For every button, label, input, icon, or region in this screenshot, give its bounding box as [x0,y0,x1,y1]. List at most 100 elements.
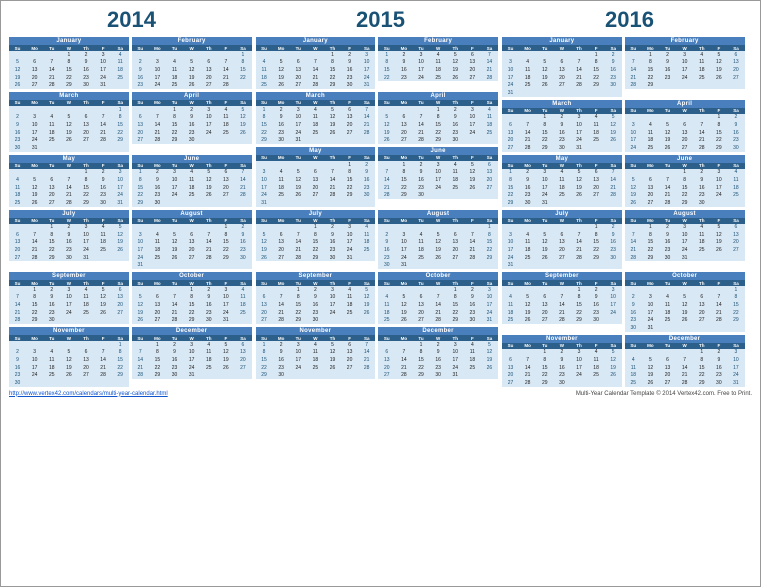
day-cell: 21 [659,191,676,199]
day-cell: 20 [395,129,412,137]
day-cell: 12 [447,59,464,67]
day-cell: 5 [710,51,727,59]
days-grid: 1234567891011121314151617181920212223242… [625,114,745,152]
day-cell: 30 [324,254,341,262]
day-cell: 11 [307,349,324,357]
day-cell: 21 [95,364,112,372]
day-cell: 16 [200,301,217,309]
day-cell: 8 [710,121,727,129]
day-cell: 23 [273,129,290,137]
day-cell: 13 [659,364,676,372]
day-cell: 20 [234,356,251,364]
day-cell: 18 [95,239,112,247]
day-cell [710,199,727,207]
day-cell: 1 [60,51,77,59]
day-cell [727,324,744,332]
year-section-2014: JanuarySuMoTuWThFSa123456789101112131415… [7,37,254,387]
day-cell: 25 [307,129,324,137]
day-cell: 1 [481,224,498,232]
days-grid: 1234567891011121314151617181920212223242… [625,286,745,332]
day-cell [710,81,727,89]
day-cell: 5 [217,341,234,349]
day-cell: 4 [112,51,129,59]
day-cell: 12 [358,294,375,302]
day-cell [290,51,307,59]
day-cell: 8 [60,59,77,67]
day-cell [693,286,710,294]
day-cell: 25 [200,364,217,372]
day-cell: 11 [234,294,251,302]
day-cell: 2 [605,224,622,232]
day-cell: 24 [676,246,693,254]
day-cell: 8 [183,294,200,302]
day-cell [234,199,251,207]
day-cell: 25 [693,246,710,254]
day-cell: 12 [166,239,183,247]
day-cell: 12 [112,231,129,239]
day-cell: 5 [430,231,447,239]
day-cell: 3 [642,294,659,302]
day-cell: 16 [9,129,26,137]
month-header: July [502,210,622,218]
day-cell: 21 [9,309,26,317]
day-cell: 22 [341,184,358,192]
days-grid: 1234567891011121314151617181920212223242… [132,51,252,89]
day-cell [341,199,358,207]
day-cell: 1 [710,114,727,122]
day-cell [659,169,676,177]
day-cell: 30 [9,379,26,387]
day-cell [412,224,429,232]
day-cell: 11 [519,239,536,247]
day-cell: 1 [149,341,166,349]
day-cell: 4 [447,161,464,169]
day-cell: 25 [77,309,94,317]
day-cell: 5 [234,106,251,114]
day-cell: 6 [341,341,358,349]
day-cell: 29 [149,371,166,379]
day-cell: 11 [200,349,217,357]
day-cell: 4 [519,59,536,67]
day-cell [358,316,375,324]
day-cell: 3 [26,349,43,357]
day-cell: 26 [395,316,412,324]
day-cell: 19 [95,301,112,309]
day-cell: 10 [481,294,498,302]
day-cell [234,261,251,269]
day-cell: 3 [447,341,464,349]
day-cell: 1 [536,349,553,357]
footer-link[interactable]: http://www.vertex42.com/calendars/multi-… [9,391,168,397]
day-cell: 8 [395,169,412,177]
day-cell: 7 [358,106,375,114]
month-header: May [256,147,376,155]
day-cell [710,286,727,294]
day-cell: 17 [132,246,149,254]
day-cell: 29 [290,316,307,324]
day-cell: 15 [217,239,234,247]
day-cell [43,51,60,59]
day-cell: 23 [605,74,622,82]
day-cell: 20 [588,184,605,192]
day-cell: 19 [710,239,727,247]
day-cell [464,136,481,144]
day-cell [9,106,26,114]
day-cell: 20 [536,309,553,317]
day-cell [412,286,429,294]
day-cell: 4 [553,169,570,177]
day-cell: 8 [502,176,519,184]
day-cell: 22 [234,74,251,82]
day-cell [536,261,553,269]
day-cell: 17 [290,356,307,364]
day-cell: 1 [570,286,587,294]
day-cell: 22 [112,129,129,137]
day-cell [502,114,519,122]
day-cell: 31 [183,371,200,379]
day-cell [676,349,693,357]
day-cell: 11 [9,184,26,192]
day-cell: 23 [625,316,642,324]
day-cell: 20 [481,176,498,184]
day-cell: 12 [710,231,727,239]
day-cell: 5 [481,341,498,349]
day-cell [9,51,26,59]
day-cell: 24 [60,309,77,317]
day-cell: 7 [9,294,26,302]
